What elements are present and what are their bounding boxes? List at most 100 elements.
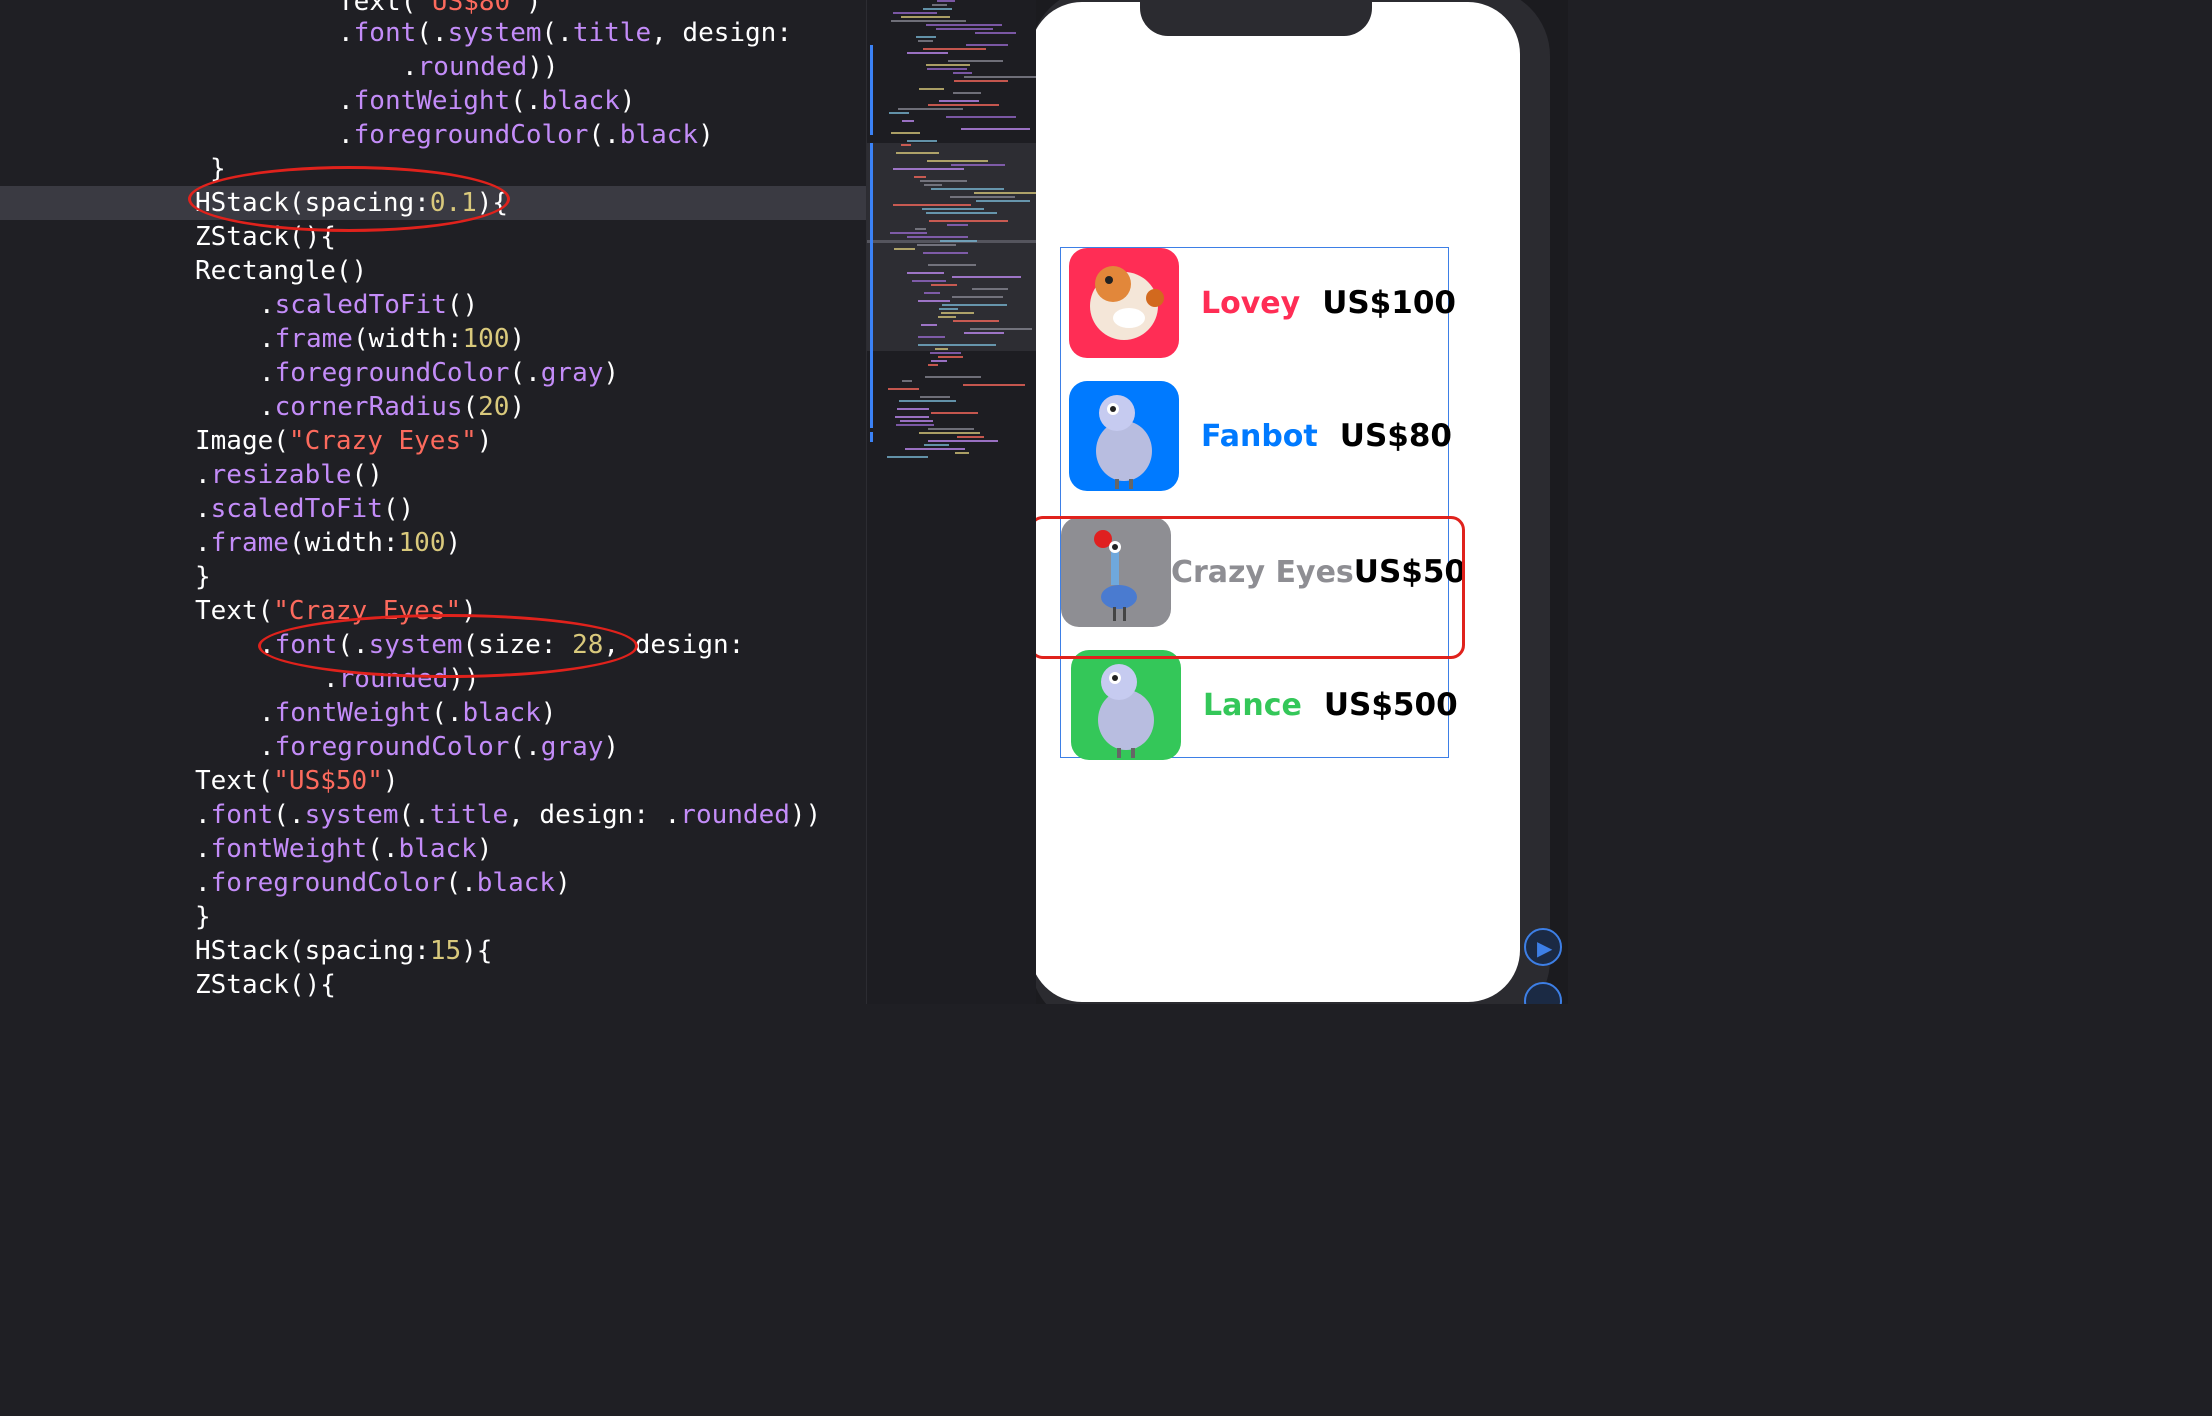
minimap-viewport[interactable]: [867, 143, 1037, 351]
code-line[interactable]: .font(.system(.title, design: .rounded)): [195, 798, 821, 832]
code-token: ): [476, 834, 493, 864]
minimap-line: [939, 100, 979, 102]
code-line[interactable]: .scaledToFit(): [195, 492, 414, 526]
code-token: black: [462, 698, 541, 728]
minimap-line: [953, 72, 972, 74]
code-token: "US$50": [273, 766, 383, 796]
minimap-line: [947, 224, 968, 226]
minimap-line: [918, 344, 996, 346]
code-token: scaledToFit: [274, 290, 447, 320]
live-preview-button[interactable]: ▶: [1524, 928, 1562, 966]
minimap-line: [890, 232, 927, 234]
code-token: 20: [478, 392, 510, 422]
code-line[interactable]: Image("Crazy Eyes"): [195, 424, 492, 458]
code-token: Rectangle(): [195, 256, 368, 286]
minimap-line: [928, 364, 938, 366]
font-size-annotation-circle: [258, 614, 638, 678]
code-token: system: [304, 800, 399, 830]
minimap-line: [926, 64, 970, 66]
minimap-line: [912, 280, 946, 282]
code-line[interactable]: Rectangle(): [195, 254, 367, 288]
code-editor[interactable]: Text("US$80") .font(.system(.title, desig…: [0, 0, 866, 1004]
minimap-line: [891, 132, 920, 134]
code-token: .: [259, 698, 275, 728]
minimap-line: [955, 452, 969, 454]
minimap-line: [928, 428, 974, 430]
code-token: (.: [509, 732, 541, 762]
minimap-line: [920, 180, 967, 182]
code-token: (): [382, 494, 415, 524]
code-line[interactable]: .fontWeight(.black): [259, 696, 556, 730]
minimap-line: [915, 228, 926, 230]
minimap-line: [927, 160, 988, 162]
code-token: (.: [431, 698, 463, 728]
code-line[interactable]: Text("US$50"): [195, 764, 399, 798]
canvas-preview: Lovey US$100 Fanbot US$80 Crazy Eyes US$50 Lan…: [1036, 0, 1568, 1004]
code-token: (.: [541, 18, 573, 48]
minimap-change-marker: [870, 432, 873, 442]
minimap-line: [954, 80, 1008, 82]
code-line[interactable]: }: [195, 900, 211, 934]
code-line[interactable]: .font(.system(.title, design:: [338, 16, 792, 50]
code-token: (.: [367, 834, 399, 864]
minimap-line: [901, 144, 911, 146]
code-line[interactable]: .cornerRadius(20): [259, 390, 525, 424]
minimap-line: [919, 88, 944, 90]
code-token: fontWeight: [353, 86, 511, 116]
code-line[interactable]: .foregroundColor(.gray): [259, 730, 619, 764]
code-token: font: [353, 18, 417, 48]
code-token: ): [382, 766, 399, 796]
code-token: "Crazy Eyes": [288, 426, 477, 456]
minimap-line: [940, 240, 977, 242]
code-token: foregroundColor: [274, 732, 510, 762]
code-token: .: [259, 290, 275, 320]
code-token: .: [195, 494, 211, 524]
code-line[interactable]: .foregroundColor(.black): [338, 118, 714, 152]
minimap-line: [923, 8, 952, 10]
code-line[interactable]: ZStack(){: [195, 968, 336, 1002]
list-row-lovey: Lovey US$100: [1069, 248, 1456, 358]
code-token: .: [402, 52, 418, 82]
minimap-line: [972, 288, 1008, 290]
code-line[interactable]: .fontWeight(.black): [338, 84, 635, 118]
minimap[interactable]: [866, 0, 1046, 1004]
code-token: ): [540, 698, 557, 728]
minimap-line: [921, 324, 937, 326]
code-line[interactable]: }: [195, 560, 211, 594]
minimap-line: [953, 320, 999, 322]
code-token: black: [476, 868, 556, 898]
minimap-line: [957, 436, 984, 438]
minimap-line: [950, 196, 1015, 198]
code-token: .: [195, 834, 211, 864]
code-line[interactable]: .fontWeight(.black): [195, 832, 492, 866]
minimap-line: [895, 416, 929, 418]
minimap-line: [889, 112, 909, 114]
code-line[interactable]: .foregroundColor(.gray): [259, 356, 619, 390]
code-token: ): [509, 392, 526, 422]
code-token: .: [195, 528, 211, 558]
minimap-line: [931, 188, 1004, 190]
code-token: (): [446, 290, 479, 320]
code-line[interactable]: .frame(width:100): [259, 322, 525, 356]
code-line[interactable]: .frame(width:100): [195, 526, 461, 560]
code-token: (width:: [352, 324, 463, 354]
code-token: title: [429, 800, 509, 830]
minimap-line: [898, 108, 963, 110]
minimap-line: [907, 236, 968, 238]
code-line[interactable]: .rounded)): [402, 50, 559, 84]
code-line[interactable]: HStack(spacing:15){: [195, 934, 492, 968]
minimap-line: [887, 456, 928, 458]
minimap-line: [918, 300, 950, 302]
code-token: (: [462, 392, 479, 422]
code-line[interactable]: .foregroundColor(.black): [195, 866, 571, 900]
code-line[interactable]: .scaledToFit(): [259, 288, 478, 322]
code-line[interactable]: .resizable(): [195, 458, 383, 492]
code-token: foregroundColor: [210, 868, 446, 898]
code-token: Image(: [195, 426, 289, 456]
row-annotation-box: [1036, 516, 1465, 659]
iphone-notch: [1140, 2, 1372, 36]
code-token: .: [338, 120, 354, 150]
code-token: fontWeight: [210, 834, 368, 864]
minimap-line: [938, 316, 956, 318]
code-token: 100: [398, 528, 446, 558]
